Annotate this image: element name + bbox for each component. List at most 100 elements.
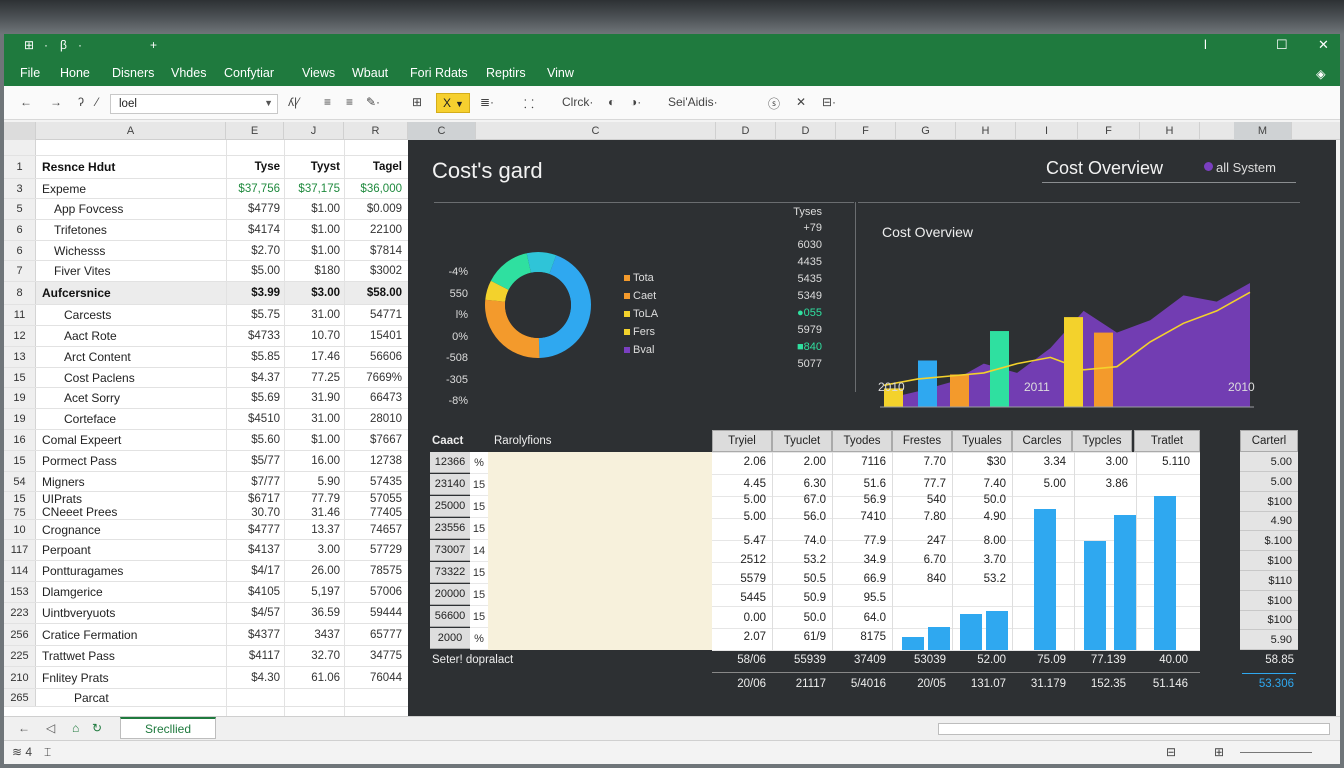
sheet-row[interactable]: 15 Pormect Pass $5/77 16.00 12738 <box>4 451 408 472</box>
sheet-row[interactable]: 3 Expeme $37,756 $37,175 $36,000 <box>4 179 408 199</box>
sheet-row[interactable]: 8 Aufcersnice $3.99 $3.00 $58.00 <box>4 282 408 305</box>
table-cell[interactable]: 3.34 <box>1012 456 1066 468</box>
table-cell[interactable]: 8175 <box>832 631 886 643</box>
table-cell[interactable]: 6.70 <box>892 554 946 566</box>
row-number[interactable]: 19 <box>4 409 36 429</box>
menu-confytiar[interactable]: Confytiar <box>224 66 274 80</box>
menu-wbaut[interactable]: Wbaut <box>352 66 388 80</box>
table-cell[interactable]: 34.9 <box>832 554 886 566</box>
table-column-header[interactable]: Carcles <box>1012 430 1072 452</box>
menu-file[interactable]: File <box>20 66 40 80</box>
table-cell[interactable]: 8.00 <box>952 535 1006 547</box>
menu-vhdes[interactable]: Vhdes <box>171 66 206 80</box>
row-number[interactable]: 256 <box>4 624 36 645</box>
quick-access-save-icon[interactable]: ⊞ <box>24 38 34 52</box>
table-column-header[interactable]: Tratlet <box>1134 430 1200 452</box>
quick-access-redo-icon[interactable]: · <box>78 38 82 52</box>
table-cell[interactable]: 3.00 <box>1074 456 1128 468</box>
column-header-e[interactable]: E <box>226 122 284 140</box>
table-cell[interactable]: 64.0 <box>832 612 886 624</box>
sheet-row[interactable] <box>4 140 408 156</box>
table-cell[interactable]: 4.90 <box>952 511 1006 523</box>
quick-access-undo-icon[interactable]: β <box>60 38 67 52</box>
row-number[interactable]: 225 <box>4 646 36 666</box>
maximize-button[interactable]: ☐ <box>1276 37 1288 53</box>
table-cell[interactable]: 5.47 <box>712 535 766 547</box>
table-row-id[interactable]: 20000 <box>430 584 470 605</box>
font-name-dropdown[interactable]: loel ▼ <box>110 94 278 114</box>
font-size-icon[interactable]: ʎ|⁄ <box>288 95 299 109</box>
sheet-row[interactable]: 1 Resnce Hdut Tyse Tyyst Tagel <box>4 156 408 179</box>
format-icon[interactable]: ⁄ <box>96 95 98 109</box>
row-number[interactable] <box>4 140 36 155</box>
clear-icon[interactable]: ✕ <box>796 95 806 109</box>
table-cell[interactable]: 2.06 <box>712 456 766 468</box>
zoom-slider[interactable] <box>1240 752 1312 753</box>
table-cell[interactable]: 7.40 <box>952 478 1006 490</box>
table-cell[interactable]: 77.9 <box>832 535 886 547</box>
protect-icon[interactable]: ⊟· <box>822 95 836 109</box>
horizontal-scrollbar[interactable] <box>938 723 1330 735</box>
table-row-id[interactable]: 12366 <box>430 452 470 473</box>
table-cell[interactable]: 50.0 <box>952 494 1006 506</box>
column-header-i[interactable]: I <box>1016 122 1078 140</box>
table-right-value[interactable]: $.100 <box>1240 531 1298 552</box>
refresh-icon[interactable]: ↻ <box>92 721 102 735</box>
sheet-row[interactable]: 117 Perpoant $4137 3.00 57729 <box>4 540 408 561</box>
table-right-value[interactable]: 5.90 <box>1240 630 1298 651</box>
row-number[interactable]: 15 <box>4 368 36 387</box>
minimize-button[interactable]: l <box>1204 37 1207 52</box>
sheet-row[interactable]: 15 UIPrats $6717 77.79 57055 <box>4 492 408 506</box>
table-column-header[interactable]: Typcles <box>1072 430 1132 452</box>
column-header-d2[interactable]: D <box>776 122 836 140</box>
table-cell[interactable]: 7.70 <box>892 456 946 468</box>
row-number[interactable]: 15 <box>4 492 36 506</box>
table-highlight-area[interactable] <box>488 452 712 650</box>
home-icon[interactable]: ⌂ <box>72 721 79 735</box>
table-cell[interactable]: 5.00 <box>1012 478 1066 490</box>
menu-vinw[interactable]: Vinw <box>547 66 574 80</box>
table-cell[interactable]: 56.9 <box>832 494 886 506</box>
table-column-header[interactable]: Frestes <box>892 430 952 452</box>
column-header-h2[interactable]: H <box>1140 122 1200 140</box>
sheet-row[interactable]: 15 Cost Paclens $4.37 77.25 7669% <box>4 368 408 388</box>
sheet-row[interactable]: 16 Comal Expeert $5.60 $1.00 $7667 <box>4 430 408 451</box>
row-number[interactable]: 12 <box>4 326 36 346</box>
table-cell[interactable]: 5.00 <box>712 511 766 523</box>
table-row-id[interactable]: 23140 <box>430 474 470 495</box>
select-all-corner[interactable] <box>4 122 36 140</box>
column-header-d[interactable]: D <box>716 122 776 140</box>
sheet-row[interactable]: 256 Cratice Fermation $4377 3437 65777 <box>4 624 408 646</box>
row-number[interactable]: 3 <box>4 179 36 198</box>
column-header-a[interactable]: A <box>36 122 226 140</box>
table-row-id[interactable]: 73322 <box>430 562 470 583</box>
column-header-g[interactable]: G <box>896 122 956 140</box>
row-number[interactable]: 114 <box>4 561 36 581</box>
table-cell[interactable]: 3.70 <box>952 554 1006 566</box>
row-number[interactable]: 6 <box>4 220 36 240</box>
table-right-value[interactable]: 5.00 <box>1240 452 1298 472</box>
row-number[interactable]: 210 <box>4 667 36 688</box>
table-right-value[interactable]: $110 <box>1240 571 1298 591</box>
table-right-value[interactable]: $100 <box>1240 551 1298 571</box>
row-number[interactable]: 15 <box>4 451 36 471</box>
column-header-h[interactable]: H <box>956 122 1016 140</box>
quick-access-add-icon[interactable]: + <box>150 38 157 52</box>
back-icon[interactable]: ← <box>20 95 32 109</box>
table-row-id[interactable]: 2000 <box>430 628 470 649</box>
row-number[interactable]: 153 <box>4 582 36 602</box>
table-cell[interactable]: 5579 <box>712 573 766 585</box>
quick-access-dot-icon[interactable]: · <box>44 38 48 52</box>
column-header-c2[interactable]: C <box>476 122 716 140</box>
table-cell[interactable]: 51.6 <box>832 478 886 490</box>
fill-icon[interactable]: ◐ <box>608 95 615 109</box>
table-cell[interactable]: 74.0 <box>772 535 826 547</box>
menu-disners[interactable]: Disners <box>112 66 154 80</box>
table-cell[interactable]: 61/9 <box>772 631 826 643</box>
sheet-row[interactable]: 10 Crognance $4777 13.37 74657 <box>4 520 408 540</box>
sheet-row[interactable]: 265 Parcat <box>4 689 408 707</box>
table-row-id[interactable]: 56600 <box>430 606 470 627</box>
sheet-row[interactable]: 13 Arct Content $5.85 17.46 56606 <box>4 347 408 368</box>
table-right-value[interactable]: $100 <box>1240 492 1298 512</box>
table-cell[interactable]: 77.7 <box>892 478 946 490</box>
